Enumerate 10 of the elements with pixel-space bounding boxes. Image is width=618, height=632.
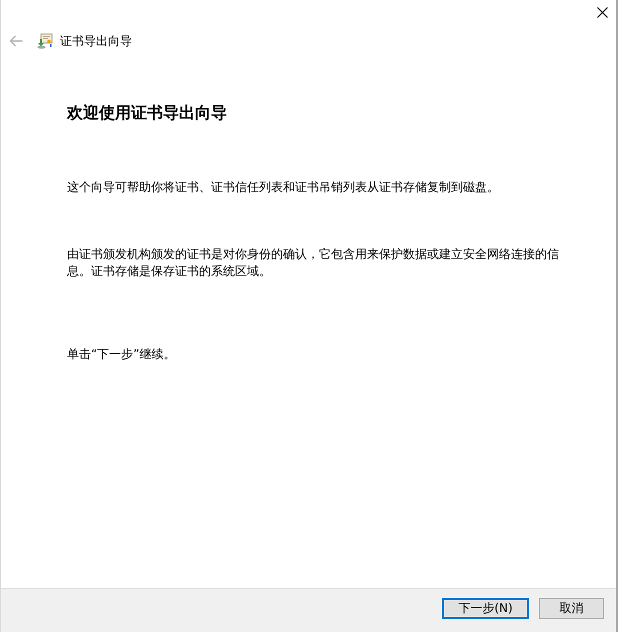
back-arrow-icon <box>9 35 23 47</box>
wizard-title: 证书导出向导 <box>60 33 132 49</box>
wizard-button[interactable]: 下一步(N) <box>442 598 529 619</box>
description-paragraph: 这个向导可帮助你将证书、证书信任列表和证书吊销列表从证书存储复制到磁盘。 <box>67 179 500 196</box>
certificate-icon <box>37 33 53 49</box>
wizard-button[interactable]: 取消 <box>539 598 604 619</box>
description-paragraph: 单击“下一步”继续。 <box>67 346 176 363</box>
welcome-heading: 欢迎使用证书导出向导 <box>67 102 228 124</box>
close-icon <box>597 7 608 18</box>
description-paragraph: 由证书颁发机构颁发的证书是对你身份的确认，它包含用来保护数据或建立安全网络连接的信息。证书存储是保存证书的系统区域。 <box>67 246 560 280</box>
